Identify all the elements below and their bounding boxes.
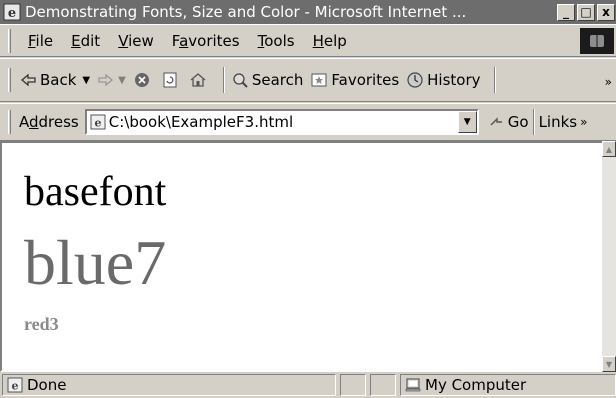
address-bar: Address e C:\book\ExampleF3.html ▼ Go Li… [0, 103, 616, 141]
ie-icon: e [3, 3, 21, 21]
text-red3: red3 [24, 314, 59, 334]
status-bar: e Done My Computer [0, 372, 616, 398]
history-icon [407, 72, 423, 88]
back-dropdown-icon[interactable]: ▼ [82, 75, 90, 86]
menu-help[interactable]: Help [304, 32, 356, 50]
svg-text:e: e [94, 117, 101, 130]
page-icon: e [90, 114, 106, 130]
svg-text:e: e [12, 380, 19, 393]
status-progress-cell [340, 374, 366, 396]
toolbar-more-chevron[interactable]: » [605, 75, 612, 89]
links-more-chevron[interactable]: » [580, 115, 587, 129]
menu-tools[interactable]: Tools [249, 32, 304, 50]
go-arrow-icon [490, 117, 502, 126]
computer-icon [405, 378, 421, 392]
status-text: Done [27, 376, 67, 394]
menu-edit[interactable]: Edit [62, 32, 109, 50]
menu-view[interactable]: View [109, 32, 163, 50]
toolbar-separator [493, 67, 496, 93]
window-title: Demonstrating Fonts, Size and Color - Mi… [25, 3, 467, 21]
search-button[interactable]: Search [231, 71, 303, 89]
toolbar-grip[interactable] [8, 28, 11, 53]
status-security-cell [370, 374, 396, 396]
home-button[interactable] [189, 71, 210, 89]
menu-favorites[interactable]: Favorites [163, 32, 249, 50]
vertical-scrollbar[interactable]: ▲ ▼ [602, 141, 616, 372]
menu-bar: File Edit View Favorites Tools Help [0, 24, 616, 57]
refresh-icon [163, 72, 177, 88]
back-button[interactable]: Back ▼ [19, 71, 90, 89]
toolbar-grip[interactable] [8, 68, 11, 92]
windows-logo-icon [590, 35, 604, 47]
back-arrow-icon [20, 73, 36, 87]
history-button[interactable]: History [406, 71, 481, 89]
favorites-button[interactable]: Favorites [310, 71, 399, 89]
search-icon [233, 73, 248, 88]
forward-dropdown-icon[interactable]: ▼ [118, 75, 126, 86]
standard-toolbar: Back ▼ ▼ Search Favorites History » [0, 58, 616, 102]
title-bar[interactable]: e Demonstrating Fonts, Size and Color - … [0, 0, 616, 24]
close-button[interactable]: x [597, 3, 615, 21]
refresh-button[interactable] [161, 71, 182, 89]
toolbar-grip[interactable] [8, 110, 11, 134]
address-input[interactable]: e C:\book\ExampleF3.html ▼ [84, 109, 479, 135]
text-blue7: blue7 [24, 227, 167, 298]
address-url[interactable]: C:\book\ExampleF3.html [109, 113, 458, 131]
scroll-down-button[interactable]: ▼ [602, 356, 616, 372]
browser-window: e Demonstrating Fonts, Size and Color - … [0, 0, 616, 398]
page-content: basefont blue7 red3 [0, 141, 602, 372]
forward-arrow-icon [98, 73, 114, 87]
text-basefont: basefont [24, 169, 167, 215]
address-dropdown-button[interactable]: ▼ [457, 111, 477, 133]
home-icon [190, 73, 206, 87]
maximize-button[interactable]: □ [577, 3, 595, 21]
scroll-up-button[interactable]: ▲ [602, 141, 616, 157]
svg-text:e: e [8, 6, 16, 21]
forward-button[interactable]: ▼ [97, 71, 126, 89]
minimize-button[interactable]: _ [557, 3, 575, 21]
windows-logo-throbber [580, 28, 614, 54]
go-button[interactable]: Go [487, 113, 529, 131]
status-text-cell: e Done [2, 374, 336, 396]
menu-file[interactable]: File [19, 32, 62, 50]
page-done-icon: e [7, 377, 23, 393]
toolbar-separator [532, 109, 535, 135]
stop-icon [134, 73, 149, 87]
links-button[interactable]: Links » [539, 113, 588, 131]
toolbar-separator [222, 67, 225, 93]
address-label: Address [19, 113, 79, 131]
favorites-icon [311, 73, 327, 87]
status-zone-cell: My Computer [400, 374, 616, 396]
status-zone-text: My Computer [425, 376, 527, 394]
stop-button[interactable] [133, 71, 154, 89]
